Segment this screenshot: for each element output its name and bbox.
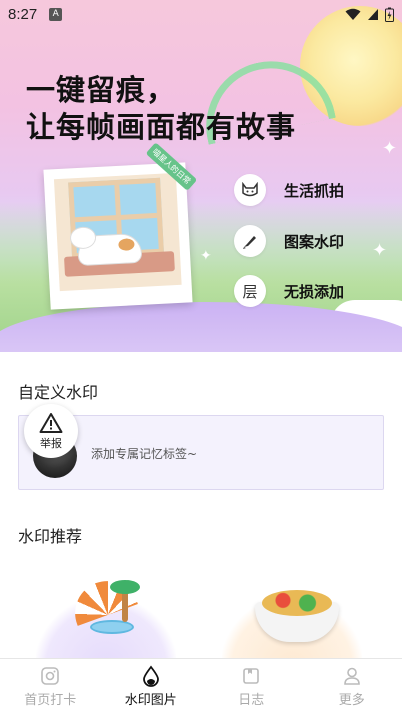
nav-item-log[interactable]: 日志 [201, 659, 302, 714]
wifi-icon [345, 8, 361, 20]
feature-label: 生活抓拍 [284, 181, 345, 200]
feature-life-snap: 生活抓拍 [234, 174, 344, 206]
sparkle-icon: ✦ [372, 240, 388, 261]
layer-icon: 层 [234, 275, 266, 307]
feature-label: 图案水印 [284, 232, 345, 251]
custom-watermark-title: 自定义水印 [18, 383, 99, 402]
person-icon [341, 665, 363, 687]
cat-photo-card: 喵星人的日常 [43, 142, 198, 310]
sparkle-icon: ✦ [382, 138, 398, 159]
nav-label: 首页打卡 [24, 693, 77, 708]
signal-icon [368, 8, 378, 20]
feature-lossless-add: 层 无损添加 [234, 275, 344, 307]
report-button[interactable]: 举报 [24, 404, 78, 458]
cat-photo [53, 172, 182, 292]
cat-face-icon [234, 174, 266, 206]
palm-tree-icon [110, 580, 140, 622]
nav-item-home-checkin[interactable]: 首页打卡 [0, 659, 101, 714]
nav-label: 日志 [238, 693, 265, 708]
hero-banner: ✦ ✦ ✦ 一键留痕， 让每帧画面都有故事 喵星人的日常 生活抓拍 图案水印 层… [0, 0, 402, 352]
nav-label: 更多 [338, 693, 365, 708]
sparkle-icon: ✦ [200, 248, 212, 264]
status-bar: 8:27 A [0, 0, 402, 28]
warning-icon [39, 412, 63, 433]
island-icon [90, 620, 134, 634]
calendar-icon [240, 665, 262, 687]
custom-watermark-hint: 添加专属记忆标签~ [91, 447, 198, 461]
camera-icon [39, 665, 61, 687]
status-time: 8:27 [8, 5, 38, 23]
battery-icon [385, 7, 394, 22]
food-icon [262, 590, 332, 616]
feature-pattern-watermark: 图案水印 [234, 225, 344, 257]
nav-item-watermark-photo[interactable]: 水印图片 [101, 659, 202, 714]
report-label: 举报 [40, 436, 62, 450]
cat-illustration [69, 226, 143, 267]
hero-title-line2: 让每帧画面都有故事 [26, 110, 297, 144]
status-notification-icon: A [49, 7, 63, 21]
feature-label: 无损添加 [284, 282, 345, 301]
brush-icon [234, 225, 266, 257]
water-drop-icon [140, 665, 162, 687]
hero-title-line1: 一键留痕， [26, 73, 177, 107]
content-area: 自定义水印 添加专属记忆标签~ 水印推荐 [0, 352, 402, 714]
bottom-nav: 首页打卡 水印图片 日志 更多 [0, 658, 402, 714]
nav-item-more[interactable]: 更多 [302, 659, 402, 714]
recommend-title: 水印推荐 [18, 527, 83, 546]
nav-label: 水印图片 [124, 693, 177, 708]
